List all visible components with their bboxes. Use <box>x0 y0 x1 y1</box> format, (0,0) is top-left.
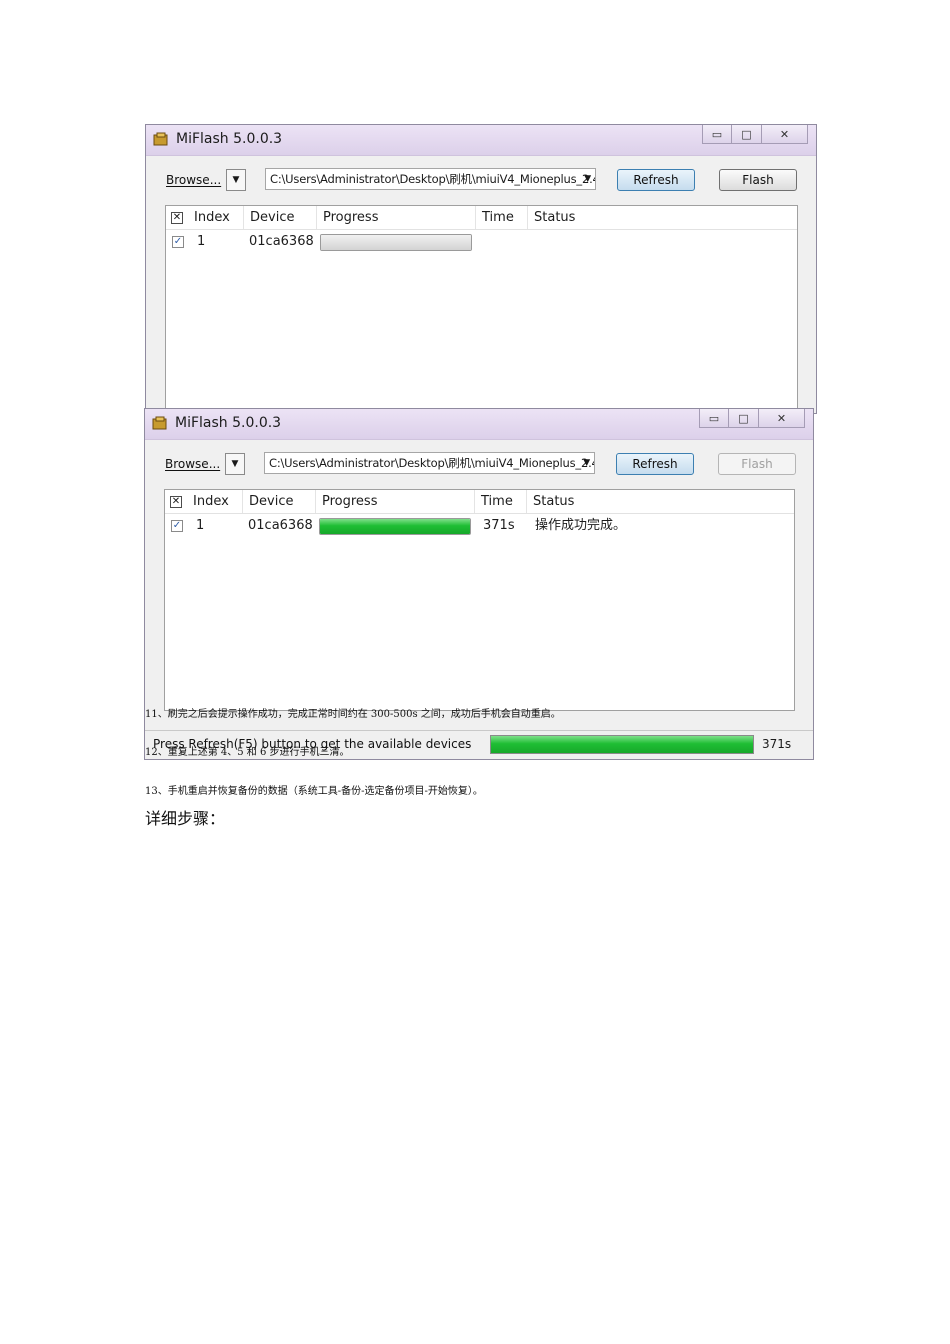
row-progress-track <box>321 235 471 250</box>
path-text: C:\Users\Administrator\Desktop\刷机\miuiV4… <box>270 172 596 186</box>
minimize-icon[interactable]: ▭ <box>699 409 729 428</box>
list-header: ✕ Index Device Progress Time Status <box>166 206 797 230</box>
col-time[interactable]: Time <box>476 206 528 229</box>
miflash-app-icon <box>152 416 167 430</box>
col-progress[interactable]: Progress <box>317 206 476 229</box>
row-progress-fill <box>320 519 470 534</box>
list-header: ✕ Index Device Progress Time Status <box>165 490 794 514</box>
device-list: ✕ Index Device Progress Time Status ✓ 1 … <box>165 205 798 413</box>
status-time: 371s <box>762 737 792 751</box>
row-device: 01ca6368 <box>249 234 314 249</box>
row-index: 1 <box>196 518 205 533</box>
path-combo[interactable]: C:\Users\Administrator\Desktop\刷机\miuiV4… <box>264 452 595 474</box>
window-title: MiFlash 5.0.0.3 <box>176 131 283 147</box>
col-status[interactable]: Status <box>528 206 628 229</box>
col-index[interactable]: Index <box>188 206 244 229</box>
row-device: 01ca6368 <box>248 518 313 533</box>
path-text: C:\Users\Administrator\Desktop\刷机\miuiV4… <box>269 456 595 470</box>
chevron-down-icon: ▼ <box>583 458 590 468</box>
miflash-app-icon <box>153 132 168 146</box>
select-all-checkbox[interactable]: ✕ <box>171 212 183 224</box>
col-progress[interactable]: Progress <box>316 490 475 513</box>
browse-button[interactable]: Browse... <box>165 454 221 476</box>
row-time: 371s <box>483 518 515 533</box>
overall-progress-fill <box>491 736 753 753</box>
maximize-icon[interactable]: □ <box>729 409 759 428</box>
col-status[interactable]: Status <box>527 490 627 513</box>
flash-button[interactable]: Flash <box>718 453 796 475</box>
table-row[interactable]: ✓ 1 01ca6368 <box>166 230 797 254</box>
refresh-button[interactable]: Refresh <box>616 453 694 475</box>
title-bar: MiFlash 5.0.0.3 ▭ □ ✕ <box>145 409 813 440</box>
row-progress-bar <box>320 234 472 251</box>
refresh-button[interactable]: Refresh <box>617 169 695 191</box>
doc-step-11: 11、刷完之后会提示操作成功，完成正常时间约在 300-500s 之间，成功后手… <box>145 709 561 720</box>
minimize-icon[interactable]: ▭ <box>702 125 732 144</box>
title-bar: MiFlash 5.0.0.3 ▭ □ ✕ <box>146 125 816 156</box>
chevron-down-icon: ▼ <box>584 174 591 184</box>
close-icon[interactable]: ✕ <box>759 409 805 428</box>
select-all-checkbox[interactable]: ✕ <box>170 496 182 508</box>
maximize-icon[interactable]: □ <box>732 125 762 144</box>
browse-dropdown-icon[interactable]: ▼ <box>226 169 246 191</box>
doc-step-13: 13、手机重启并恢复备份的数据（系统工具-备份-选定备份项目-开始恢复）。 <box>145 786 483 797</box>
path-combo[interactable]: C:\Users\Administrator\Desktop\刷机\miuiV4… <box>265 168 596 190</box>
col-device[interactable]: Device <box>243 490 316 513</box>
doc-heading: 详细步骤： <box>145 809 226 828</box>
row-checkbox[interactable]: ✓ <box>171 520 183 532</box>
doc-step-12: 12、重复上述第 4、5 和 6 步进行手机三清。 <box>145 747 350 758</box>
browse-dropdown-icon[interactable]: ▼ <box>225 453 245 475</box>
col-device[interactable]: Device <box>244 206 317 229</box>
col-index[interactable]: Index <box>187 490 243 513</box>
table-row[interactable]: ✓ 1 01ca6368 371s 操作成功完成。 <box>165 514 794 538</box>
close-icon[interactable]: ✕ <box>762 125 808 144</box>
miflash-window-top: MiFlash 5.0.0.3 ▭ □ ✕ Browse... ▼ C:\Use… <box>145 124 817 414</box>
row-index: 1 <box>197 234 206 249</box>
window-title: MiFlash 5.0.0.3 <box>175 415 282 431</box>
col-time[interactable]: Time <box>475 490 527 513</box>
browse-button[interactable]: Browse... <box>166 170 222 192</box>
flash-button[interactable]: Flash <box>719 169 797 191</box>
device-list: ✕ Index Device Progress Time Status ✓ 1 … <box>164 489 795 711</box>
overall-progress-bar <box>490 735 754 754</box>
row-status: 操作成功完成。 <box>535 518 627 533</box>
row-checkbox[interactable]: ✓ <box>172 236 184 248</box>
row-progress-bar <box>319 518 471 535</box>
